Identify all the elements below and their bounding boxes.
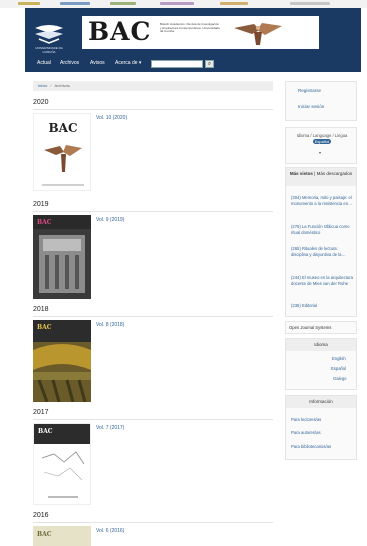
svg-text:BAC: BAC <box>37 531 52 538</box>
breadcrumb-current: Archivos <box>54 83 70 88</box>
browser-bookmark-strip <box>0 0 367 8</box>
cover-image: BAC <box>34 424 90 498</box>
breadcrumb: Inicio / Archivos <box>33 81 273 91</box>
bookmark-icon[interactable] <box>60 2 90 5</box>
nav-acerca-de[interactable]: Acerca de ▾ <box>115 60 141 66</box>
issue-link[interactable]: Vol. 9 (2019) <box>96 217 124 223</box>
issue-cover[interactable]: BAC <box>33 526 91 546</box>
issue-link[interactable]: Vol. 6 (2016) <box>96 528 124 534</box>
bookmark-icon[interactable] <box>220 2 248 5</box>
site-header: Universidade da Coruña BAC Boletín Acadé… <box>25 8 361 72</box>
divider <box>33 419 273 420</box>
popular-article-link[interactable]: (244) El museo en la arquitectura docent… <box>291 275 353 286</box>
popular-article-link[interactable]: (275) La Función Oblicua como ritual dom… <box>291 224 353 235</box>
journal-banner[interactable]: BAC Boletín Académico. Revista de Invest… <box>82 16 319 49</box>
search-button[interactable]: ⌕ <box>205 60 214 68</box>
year-heading: 2017 <box>33 409 49 416</box>
hands-illustration-icon <box>234 23 282 45</box>
university-name: Universidade da Coruña <box>35 46 63 54</box>
chevron-down-icon: ▾ <box>138 60 142 66</box>
nav-actual[interactable]: Actual <box>37 60 51 66</box>
popular-article-link[interactable]: (265) Rituales de lectura: disciplina y … <box>291 246 353 257</box>
tab-most-viewed[interactable]: Más vistos <box>290 171 313 176</box>
issue-cover[interactable]: BAC <box>33 423 91 505</box>
divider <box>33 522 273 523</box>
language-link-english[interactable]: English <box>332 356 346 362</box>
tab-most-downloaded[interactable]: Más descargados <box>317 171 353 176</box>
search-icon: ⌕ <box>207 61 212 67</box>
information-block: Información Para lectores/as Para autore… <box>285 395 357 460</box>
issue-link[interactable]: Vol. 8 (2018) <box>96 322 124 328</box>
svg-text:BAC: BAC <box>37 324 52 331</box>
popular-tabs: Más vistos | Más descargados <box>286 168 356 186</box>
divider <box>33 316 273 317</box>
cover-image: BAC <box>42 121 84 186</box>
popular-articles-block: Más vistos | Más descargados (304) Memor… <box>285 167 357 317</box>
chevron-down-icon[interactable]: ▾ <box>319 150 321 156</box>
nav-archivos[interactable]: Archivos <box>60 60 79 66</box>
idioma-block: Idioma English Español Galego <box>285 338 357 390</box>
popular-article-link[interactable]: (304) Memoria, mito y paisaje: el monume… <box>291 195 353 206</box>
information-title: Información <box>286 396 356 408</box>
year-heading: 2018 <box>33 306 49 313</box>
journal-title: BAC <box>88 17 152 46</box>
svg-text:BAC: BAC <box>37 219 52 226</box>
issue-cover[interactable]: BAC <box>33 215 91 299</box>
language-switcher-label: Idioma / Language / Lingua Español <box>290 133 354 145</box>
popular-article-link[interactable]: (236) Editorial <box>291 303 353 309</box>
language-select[interactable]: Español <box>312 138 332 145</box>
info-link-librarians[interactable]: Para bibliotecarios/as <box>291 444 331 450</box>
year-heading: 2020 <box>33 99 49 106</box>
language-label-text: Idioma / Language / Lingua <box>296 133 348 138</box>
user-block: Registrarse Iniciar sesión <box>285 81 357 121</box>
cover-image: BAC <box>33 324 91 402</box>
year-heading: 2016 <box>33 512 49 519</box>
divider <box>33 109 273 110</box>
journal-description: Boletín Académico. Revista de Investigac… <box>160 22 220 34</box>
idioma-title: Idioma <box>286 339 356 351</box>
cover-image: BAC <box>37 531 52 538</box>
year-heading: 2019 <box>33 201 49 208</box>
issue-link[interactable]: Vol. 10 (2020) <box>96 115 127 121</box>
info-link-readers[interactable]: Para lectores/as <box>291 417 321 423</box>
login-link[interactable]: Iniciar sesión <box>298 104 324 109</box>
info-link-authors[interactable]: Para autores/as <box>291 430 321 436</box>
nav-avisos[interactable]: Avisos <box>90 60 105 66</box>
cover-image: BAC <box>33 215 91 293</box>
breadcrumb-home[interactable]: Inicio <box>38 83 47 88</box>
bookmark-icon[interactable] <box>110 2 136 5</box>
university-logo[interactable]: Universidade da Coruña <box>31 22 67 54</box>
main-nav: Actual Archivos Avisos Acerca de ▾ ⌕ <box>25 59 361 72</box>
language-link-espanol[interactable]: Español <box>331 366 346 372</box>
bookmark-icon[interactable] <box>160 2 194 5</box>
ojs-block: Open Journal Systems <box>285 321 357 334</box>
issue-cover[interactable]: BAC <box>33 113 91 191</box>
divider <box>33 211 273 212</box>
nav-acerca-de-label: Acerca de <box>115 60 138 66</box>
bookmark-icon[interactable] <box>290 2 330 5</box>
language-switcher-block: Idioma / Language / Lingua Español ▾ <box>285 127 357 164</box>
language-link-galego[interactable]: Galego <box>333 376 347 382</box>
svg-text:BAC: BAC <box>38 428 53 435</box>
register-link[interactable]: Registrarse <box>298 88 321 93</box>
search-input[interactable] <box>151 60 203 68</box>
svg-text:BAC: BAC <box>48 121 77 135</box>
bookmark-icon[interactable] <box>18 2 40 5</box>
issue-link[interactable]: Vol. 7 (2017) <box>96 425 124 431</box>
breadcrumb-separator: / <box>50 83 52 88</box>
ojs-link[interactable]: Open Journal Systems <box>289 325 331 331</box>
university-emblem-icon <box>35 25 63 44</box>
issue-cover[interactable]: BAC <box>33 320 91 402</box>
